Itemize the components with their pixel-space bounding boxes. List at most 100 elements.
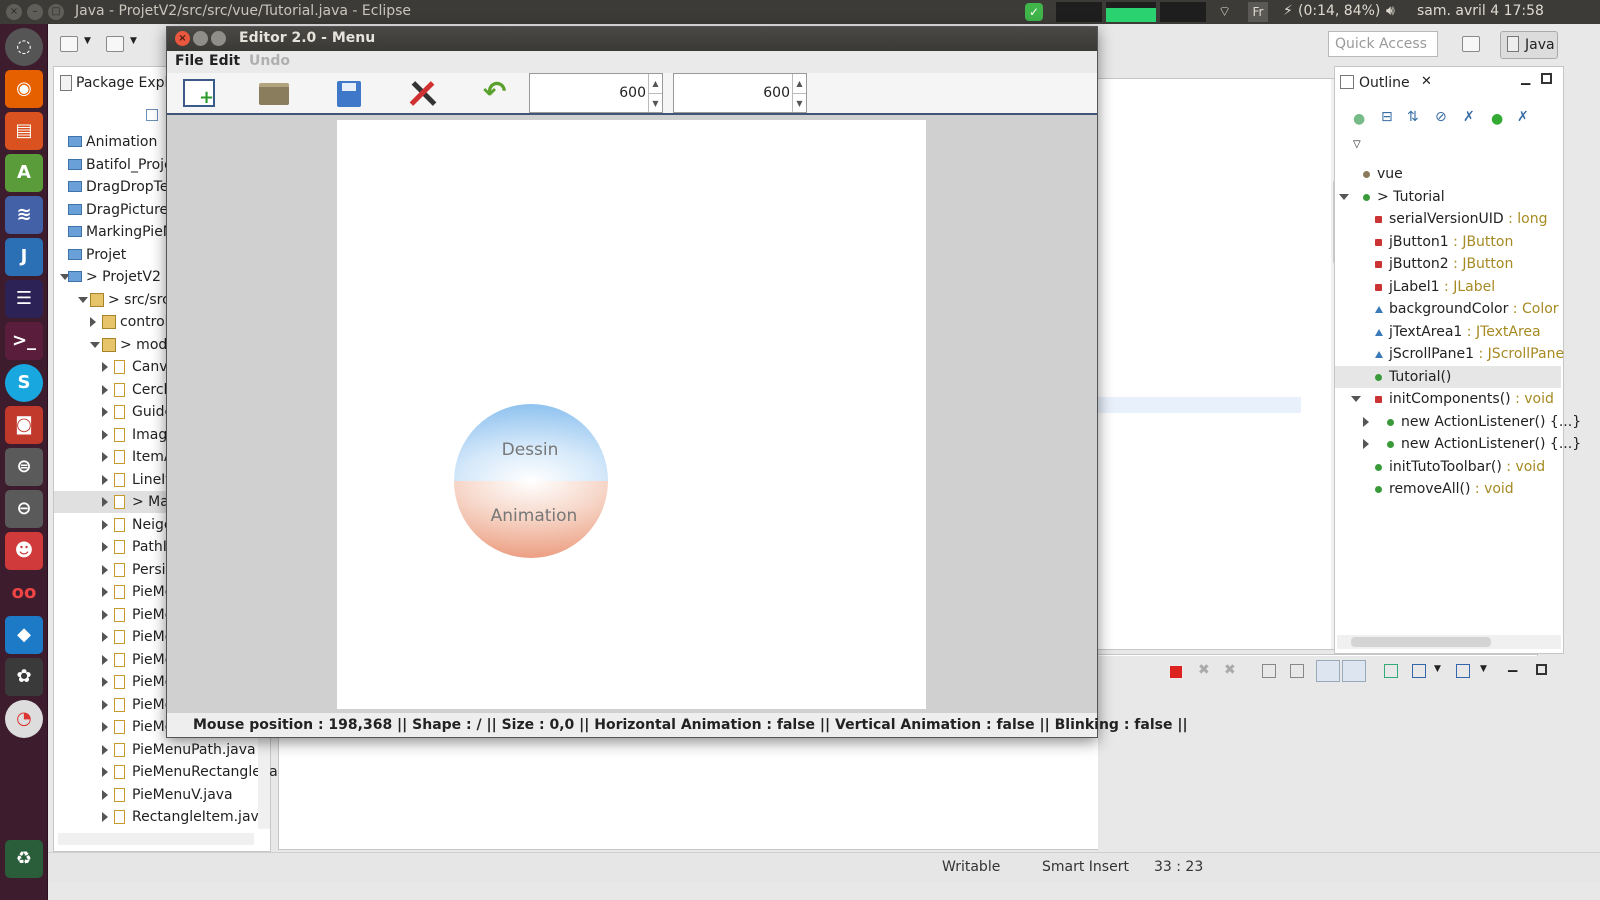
outline-item[interactable]: > Tutorial — [1335, 186, 1561, 208]
collapsed-arrow-icon[interactable] — [102, 429, 108, 440]
outline-item[interactable]: Tutorial() — [1335, 365, 1561, 388]
settings-toggle-icon[interactable]: ⊜ — [5, 448, 43, 486]
width-spinner[interactable]: 600 ▲ ▼ — [529, 73, 663, 113]
collapsed-arrow-icon[interactable] — [102, 699, 108, 710]
scroll-lock-icon[interactable] — [1290, 664, 1304, 678]
collapsed-arrow-icon[interactable] — [102, 497, 108, 507]
clear-console-icon[interactable] — [1262, 664, 1276, 678]
outline-item[interactable]: backgroundColor : Color — [1335, 298, 1561, 320]
close-button[interactable]: × — [175, 31, 190, 46]
hide-fields-icon[interactable]: ● — [1353, 111, 1365, 127]
memory-monitor-icon[interactable] — [1106, 2, 1156, 22]
tree-item[interactable]: PieMenuPath.java — [54, 739, 256, 761]
chevron-down-icon[interactable]: ▼ — [1480, 664, 1487, 674]
editor-title-bar[interactable]: × Editor 2.0 - Menu — [167, 27, 1097, 51]
battery-status[interactable]: (0:14, 84%) — [1298, 3, 1380, 19]
maximize-icon[interactable] — [1536, 664, 1547, 675]
files-icon[interactable]: ▤ — [5, 112, 43, 150]
save-all-icon[interactable] — [106, 36, 124, 52]
collapsed-arrow-icon[interactable] — [102, 362, 108, 372]
update-ok-icon[interactable]: ✓ — [1025, 3, 1043, 21]
collapsed-arrow-icon[interactable] — [102, 474, 108, 485]
expanded-arrow-icon[interactable] — [1351, 396, 1361, 402]
pie-label-dessin[interactable]: Dessin — [502, 440, 559, 460]
collapsed-arrow-icon[interactable] — [102, 519, 108, 530]
open-folder-button[interactable] — [259, 83, 289, 105]
outline-item[interactable]: jButton2 : JButton — [1335, 253, 1561, 275]
app-flower-icon[interactable]: ✿ — [5, 658, 43, 696]
terminal-icon[interactable]: >_ — [5, 322, 43, 360]
outline-item[interactable]: initComponents() : void — [1335, 388, 1561, 410]
collapsed-arrow-icon[interactable] — [102, 767, 108, 777]
collapsed-arrow-icon[interactable] — [102, 632, 108, 642]
minimize-button[interactable] — [193, 31, 208, 46]
new-wizard-icon[interactable] — [60, 36, 78, 52]
hide-nonpublic-icon[interactable]: ✗ — [1463, 109, 1475, 125]
sort-icon[interactable]: ⇅ — [1407, 109, 1419, 125]
outline-item[interactable]: removeAll() : void — [1335, 478, 1561, 500]
height-value[interactable]: 600 — [763, 85, 790, 101]
collapsed-arrow-icon[interactable] — [102, 407, 108, 417]
collapsed-arrow-icon[interactable] — [102, 609, 108, 620]
minimize-icon[interactable]: ▁ — [1521, 71, 1530, 85]
spinner-down-icon[interactable]: ▼ — [648, 93, 662, 112]
collapsed-arrow-icon[interactable] — [102, 677, 108, 687]
spinner-up-icon[interactable]: ▲ — [648, 74, 662, 93]
terminate-icon[interactable] — [1170, 666, 1182, 678]
remove-launch-icon[interactable]: ✖ — [1198, 662, 1210, 678]
expanded-arrow-icon[interactable] — [78, 296, 88, 303]
pin-console-icon[interactable] — [1384, 664, 1398, 678]
outline-item[interactable]: serialVersionUID : long — [1335, 208, 1561, 230]
collapsed-arrow-icon[interactable] — [102, 452, 108, 462]
pie-menu[interactable]: Dessin Animation — [337, 120, 926, 709]
outline-view[interactable]: Outline ✕ ▁ ● ⊟ ⇅ ⊘ ✗ ● ✗ ▽ vue > Tutoria… — [1334, 66, 1581, 654]
close-tab-icon[interactable]: ✕ — [1421, 74, 1432, 89]
view-menu-icon[interactable]: ▽ — [1353, 139, 1361, 150]
netbeans-icon[interactable]: ≋ — [5, 196, 43, 234]
collapsed-arrow-icon[interactable] — [102, 722, 108, 732]
display-console-icon[interactable] — [1412, 664, 1426, 678]
pie-label-animation[interactable]: Animation — [491, 506, 578, 526]
collapse-icon[interactable]: ⊟ — [1381, 109, 1393, 125]
drawing-canvas[interactable]: Dessin Animation — [337, 120, 926, 709]
code-editor-area[interactable] — [1096, 78, 1346, 650]
collapsed-arrow-icon[interactable] — [102, 654, 108, 665]
collapsed-arrow-icon[interactable] — [102, 542, 108, 552]
collapsed-arrow-icon[interactable] — [102, 384, 108, 395]
eclipse-icon[interactable]: ☰ — [5, 280, 43, 318]
outline-item[interactable]: jButton1 : JButton — [1335, 231, 1561, 253]
undo-button[interactable]: ↶ — [483, 75, 506, 108]
screenshot-icon[interactable]: ◙ — [5, 406, 43, 444]
open-perspective-icon[interactable] — [1462, 36, 1480, 52]
outline-item[interactable]: new ActionListener() {...} — [1335, 411, 1581, 433]
outline-item[interactable]: jLabel1 : JLabel — [1335, 276, 1561, 298]
maximize-window-icon[interactable]: □ — [48, 4, 64, 20]
dash-icon[interactable]: ◌ — [5, 28, 43, 66]
trash-icon[interactable]: ♻ — [5, 840, 43, 878]
menu-undo[interactable]: Undo — [249, 53, 290, 69]
collapsed-arrow-icon[interactable] — [90, 317, 96, 327]
outline-item[interactable]: jScrollPane1 : JScrollPane — [1335, 343, 1564, 365]
game-icon[interactable]: ☻ — [5, 532, 43, 570]
spinner-up-icon[interactable]: ▲ — [792, 74, 806, 93]
network-monitor-icon[interactable] — [1160, 2, 1206, 22]
collapsed-arrow-icon[interactable] — [1363, 416, 1369, 427]
show-stdout-icon[interactable] — [1316, 660, 1340, 682]
package-hscrollbar[interactable] — [58, 833, 254, 845]
volume-icon[interactable]: 🔊︎ — [1386, 3, 1395, 19]
spinner-down-icon[interactable]: ▼ — [792, 93, 806, 112]
tree-item[interactable]: PieMenuRectangle.ja — [54, 761, 278, 783]
show-stderr-icon[interactable] — [1342, 660, 1366, 682]
keyboard-layout-indicator[interactable]: Fr — [1248, 2, 1268, 22]
maximize-icon[interactable] — [1541, 73, 1552, 84]
tree-item[interactable]: PieMenuV.java — [54, 784, 254, 806]
width-value[interactable]: 600 — [619, 85, 646, 101]
chevron-down-icon[interactable]: ▼ — [84, 36, 91, 46]
intellij-icon[interactable]: J — [5, 238, 43, 276]
skype-icon[interactable]: S — [5, 364, 43, 402]
android-studio-icon[interactable]: A — [5, 154, 43, 192]
chevron-down-icon[interactable]: ▼ — [130, 36, 137, 46]
link-editor-icon[interactable]: ✗ — [1517, 109, 1529, 125]
close-window-icon[interactable]: × — [6, 4, 22, 20]
chart-app-icon[interactable]: ◔ — [5, 700, 43, 738]
